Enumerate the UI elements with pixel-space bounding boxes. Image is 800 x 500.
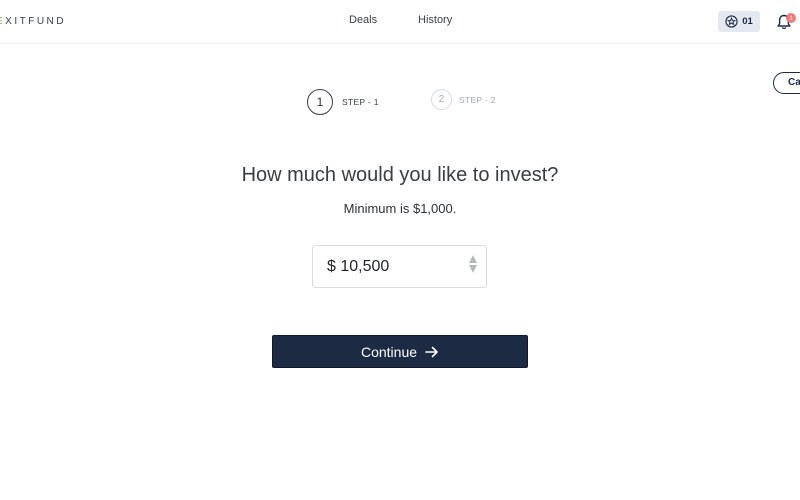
step-label: STEP - 1 [342,97,379,107]
arrow-right-icon [425,346,438,357]
step-number: 1 [307,89,333,115]
page-title: How much would you like to invest? [241,164,559,186]
amount-stepper[interactable] [468,255,478,273]
logo[interactable]: EXITFUND [0,16,66,27]
step-2-indicator: 2 STEP - 2 [431,89,496,110]
nav-history[interactable]: History [418,14,452,26]
rewards-badge[interactable]: 01 [718,11,760,32]
amount-input[interactable] [327,258,457,276]
logo-text: XITFUND [5,16,67,27]
minimum-note: Minimum is $1,000. [343,201,457,216]
continue-button[interactable]: Continue [272,335,528,368]
continue-label: Continue [360,343,418,360]
top-header: EXITFUND Deals History 01 1 [0,0,800,44]
step-label: STEP - 2 [459,94,496,105]
step-number: 2 [431,89,452,110]
star-badge-icon [725,15,738,28]
nav-deals[interactable]: Deals [349,14,377,26]
spinner-down-icon[interactable] [469,265,477,273]
cancel-button[interactable]: Ca [773,72,800,94]
badge-count: 01 [742,16,753,27]
amount-field[interactable] [312,245,487,288]
step-1-indicator: 1 STEP - 1 [307,89,379,115]
spinner-up-icon[interactable] [469,255,477,263]
notification-count: 1 [786,13,796,23]
